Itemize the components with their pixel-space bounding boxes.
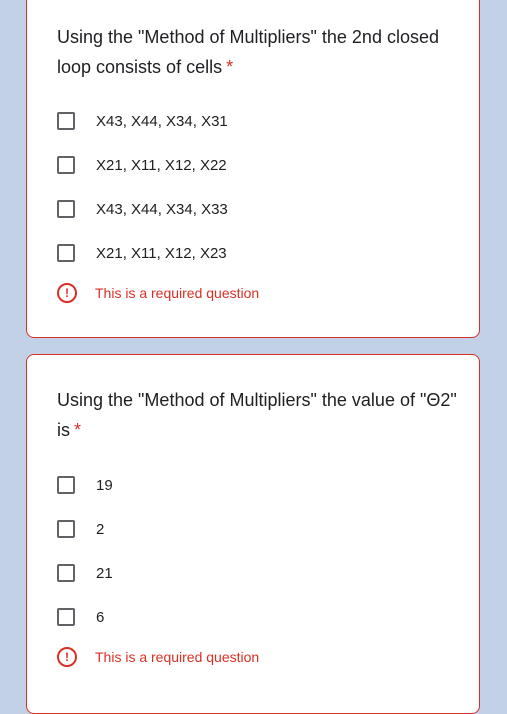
checkbox[interactable] <box>57 476 75 494</box>
checkbox-option[interactable]: X21, X11, X12, X22 <box>57 153 227 177</box>
option-label: X43, X44, X34, X31 <box>96 112 228 130</box>
option-label: 6 <box>96 608 105 626</box>
required-asterisk: * <box>74 420 82 440</box>
required-asterisk: * <box>226 57 234 77</box>
checkbox-option[interactable]: 19 <box>57 473 113 497</box>
checkbox[interactable] <box>57 244 75 262</box>
error-exclamation-icon: ! <box>57 647 77 667</box>
checkbox-option[interactable]: 21 <box>57 561 113 585</box>
checkbox[interactable] <box>57 200 75 218</box>
checkbox[interactable] <box>57 564 75 582</box>
option-label: X21, X11, X12, X23 <box>96 244 227 262</box>
error-text: This is a required question <box>95 649 260 665</box>
checkbox[interactable] <box>57 112 75 130</box>
question-title: Using the "Method of Multipliers" the va… <box>57 390 457 440</box>
required-error: ! This is a required question <box>57 645 259 669</box>
error-exclamation-icon: ! <box>57 283 77 303</box>
option-label: 19 <box>96 476 113 494</box>
checkbox-option[interactable]: X21, X11, X12, X23 <box>57 241 227 265</box>
checkbox[interactable] <box>57 520 75 538</box>
option-label: X43, X44, X34, X33 <box>96 200 228 218</box>
question-title: Using the "Method of Multipliers" the 2n… <box>57 27 439 77</box>
checkbox[interactable] <box>57 608 75 626</box>
error-text: This is a required question <box>95 285 260 301</box>
checkbox-option[interactable]: 2 <box>57 517 104 541</box>
checkbox-option[interactable]: X43, X44, X34, X33 <box>57 197 228 221</box>
checkbox-option[interactable]: X43, X44, X34, X31 <box>57 109 228 133</box>
option-label: 2 <box>96 520 105 538</box>
option-label: 21 <box>96 564 113 582</box>
checkbox-option[interactable]: 6 <box>57 605 104 629</box>
required-error: ! This is a required question <box>57 281 259 305</box>
question-card-2: Using the "Method of Multipliers" the va… <box>26 354 480 714</box>
option-label: X21, X11, X12, X22 <box>96 156 227 174</box>
question-card-1: Using the "Method of Multipliers" the 2n… <box>26 0 480 338</box>
checkbox[interactable] <box>57 156 75 174</box>
